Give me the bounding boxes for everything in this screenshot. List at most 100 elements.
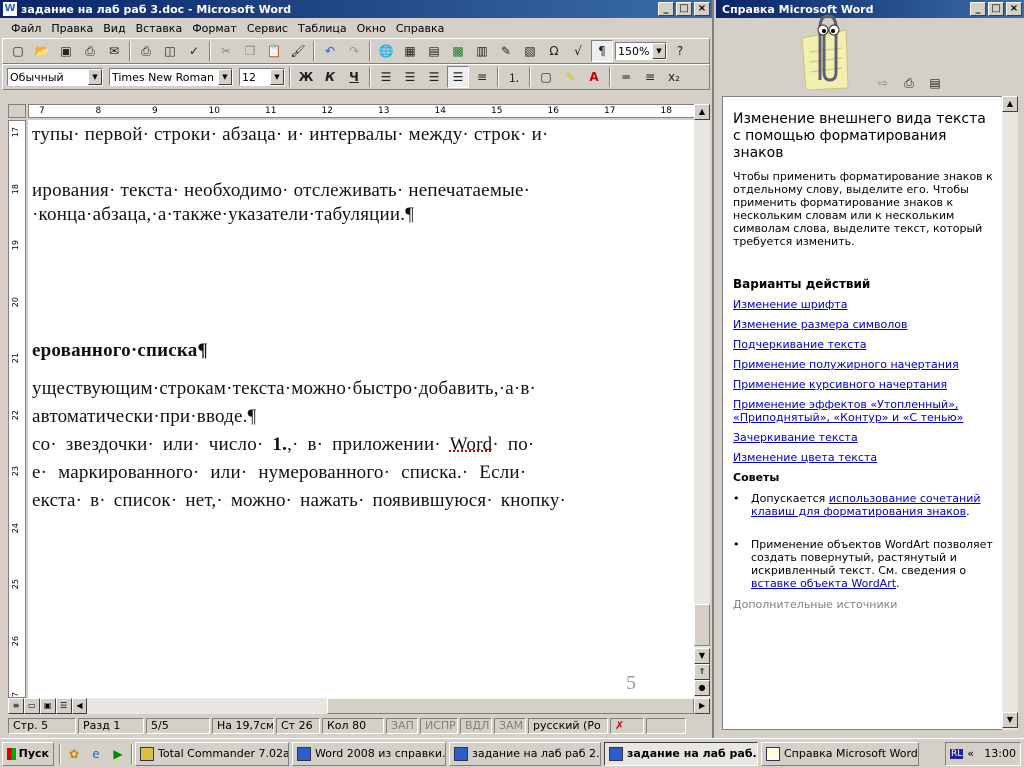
- font-size-select[interactable]: 12 ▼: [239, 68, 285, 86]
- status-extend[interactable]: ВДЛ: [460, 718, 492, 734]
- scroll-up-icon[interactable]: ▲: [1002, 96, 1018, 112]
- new-document-icon[interactable]: ▢: [7, 40, 29, 62]
- document-area[interactable]: тупы· первой· строки· абзаца· и· интерва…: [28, 120, 694, 698]
- spelling-icon[interactable]: ✓: [183, 40, 205, 62]
- internet-explorer-icon[interactable]: e: [85, 743, 107, 765]
- show-hide-icon[interactable]: ¶: [591, 40, 613, 62]
- menu-item[interactable]: Справка: [391, 22, 449, 35]
- align-left-icon[interactable]: ☰: [375, 66, 397, 88]
- numbering-icon[interactable]: ⒈: [503, 66, 525, 88]
- help-link[interactable]: Применение курсивного начертания: [733, 378, 993, 391]
- align-center-icon[interactable]: ☰: [399, 66, 421, 88]
- print-preview-icon[interactable]: ◫: [159, 40, 181, 62]
- horizontal-ruler[interactable]: 7 8 9 10 11 12 13 14 15 16 17 18: [28, 104, 700, 118]
- underline-button[interactable]: Ч: [343, 66, 365, 88]
- web-view-icon[interactable]: ▭: [23, 698, 40, 714]
- redo-icon[interactable]: ↷: [343, 40, 365, 62]
- double-strike-icon[interactable]: ≡: [639, 66, 661, 88]
- media-player-icon[interactable]: ▶: [107, 743, 129, 765]
- vertical-scrollbar[interactable]: ▲ ▼ ⇑ ●: [694, 104, 710, 698]
- help-icon[interactable]: ?: [669, 40, 691, 62]
- scroll-down-icon[interactable]: ▼: [1002, 712, 1018, 728]
- scroll-right-icon[interactable]: ▶: [694, 698, 710, 714]
- print-view-icon[interactable]: ▣: [39, 698, 56, 714]
- start-button[interactable]: Пуск: [2, 741, 54, 766]
- highlight-icon[interactable]: ✎: [559, 66, 581, 88]
- align-right-icon[interactable]: ☰: [423, 66, 445, 88]
- minimize-button[interactable]: _: [658, 2, 674, 16]
- word-title-bar[interactable]: W задание на лаб раб 3.doc - Microsoft W…: [0, 0, 712, 18]
- tray-expand-icon[interactable]: «: [967, 747, 974, 760]
- help-link[interactable]: Изменение шрифта: [733, 298, 993, 311]
- print-icon[interactable]: ⎙: [898, 72, 920, 94]
- menu-item[interactable]: Сервис: [242, 22, 293, 35]
- help-link[interactable]: Зачеркивание текста: [733, 431, 993, 444]
- help-link[interactable]: Применение эффектов «Утопленный», «Припо…: [733, 398, 993, 424]
- menu-item[interactable]: Окно: [352, 22, 391, 35]
- drawing-icon[interactable]: ✎: [495, 40, 517, 62]
- help-link[interactable]: Применение полужирного начертания: [733, 358, 993, 371]
- help-title-bar[interactable]: Справка Microsoft Word _ □ ×: [716, 0, 1024, 18]
- forward-icon[interactable]: ⇨: [872, 72, 894, 94]
- scroll-thumb[interactable]: [694, 604, 710, 646]
- italic-button[interactable]: К: [319, 66, 341, 88]
- options-icon[interactable]: ▤: [924, 72, 946, 94]
- task-lab2[interactable]: задание на лаб раб 2....: [449, 741, 601, 766]
- tip-link[interactable]: вставке объекта WordArt: [751, 577, 896, 590]
- menu-item[interactable]: Таблица: [293, 22, 352, 35]
- help-link[interactable]: Изменение размера символов: [733, 318, 993, 331]
- help-close-button[interactable]: ×: [1006, 2, 1022, 16]
- font-color-icon[interactable]: A: [583, 66, 605, 88]
- scroll-left-icon[interactable]: ◀: [71, 698, 88, 714]
- status-language[interactable]: русский (Ро: [528, 718, 608, 734]
- subscript-icon[interactable]: x₂: [663, 66, 685, 88]
- document-map-icon[interactable]: ▧: [519, 40, 541, 62]
- prev-page-icon[interactable]: ⇑: [694, 664, 710, 680]
- style-select[interactable]: Обычный ▼: [7, 68, 103, 86]
- justify-icon[interactable]: ☰: [447, 66, 469, 88]
- spelling-status-icon[interactable]: ✗: [610, 718, 644, 734]
- status-track[interactable]: ИСПР: [420, 718, 458, 734]
- columns-icon[interactable]: ▥: [471, 40, 493, 62]
- symbol-icon[interactable]: Ω: [543, 40, 565, 62]
- cut-icon[interactable]: ✂: [215, 40, 237, 62]
- quicklaunch-icon[interactable]: ✿: [63, 743, 85, 765]
- status-overtype[interactable]: ЗАМ: [494, 718, 526, 734]
- strikethrough-icon[interactable]: ═: [615, 66, 637, 88]
- task-help[interactable]: Справка Microsoft Word: [761, 741, 919, 766]
- borders-icon[interactable]: ▢: [535, 66, 557, 88]
- equation-icon[interactable]: √: [567, 40, 589, 62]
- menu-item[interactable]: Формат: [187, 22, 242, 35]
- help-link[interactable]: Подчеркивание текста: [733, 338, 993, 351]
- normal-view-icon[interactable]: ≡: [8, 698, 24, 714]
- print-icon[interactable]: ⎙: [135, 40, 157, 62]
- email-icon[interactable]: ✉: [103, 40, 125, 62]
- hyperlink-icon[interactable]: 🌐: [375, 40, 397, 62]
- close-button[interactable]: ×: [694, 2, 710, 16]
- zoom-select[interactable]: 150% ▼: [615, 42, 667, 60]
- scroll-down-icon[interactable]: ▼: [694, 648, 710, 664]
- office-assistant-icon[interactable]: [796, 8, 852, 91]
- menu-item[interactable]: Вставка: [131, 22, 188, 35]
- undo-icon[interactable]: ↶: [319, 40, 341, 62]
- help-minimize-button[interactable]: _: [970, 2, 986, 16]
- menu-item[interactable]: Вид: [98, 22, 130, 35]
- insert-excel-icon[interactable]: ▩: [447, 40, 469, 62]
- open-folder-icon[interactable]: 📂: [31, 40, 53, 62]
- line-spacing-icon[interactable]: ≡: [471, 66, 493, 88]
- horizontal-scrollbar[interactable]: ≡ ▭ ▣ ☰ ◀ ▶: [8, 698, 710, 714]
- vertical-ruler[interactable]: 1718192021222324252627: [8, 120, 26, 702]
- task-total-commander[interactable]: Total Commander 7.02a...: [135, 741, 289, 766]
- help-scrollbar[interactable]: ▲ ▼: [1002, 96, 1018, 730]
- menu-item[interactable]: Правка: [46, 22, 98, 35]
- scroll-up-icon[interactable]: ▲: [694, 104, 710, 120]
- language-indicator[interactable]: RL: [950, 748, 964, 759]
- help-restore-button[interactable]: □: [988, 2, 1004, 16]
- outline-view-icon[interactable]: ☰: [55, 698, 72, 714]
- font-select[interactable]: Times New Roman ▼: [109, 68, 233, 86]
- help-link[interactable]: Изменение цвета текста: [733, 451, 993, 464]
- task-lab3[interactable]: задание на лаб раб...: [604, 741, 758, 766]
- format-painter-icon[interactable]: 🖌: [287, 40, 309, 62]
- more-resources[interactable]: Дополнительные источники: [733, 598, 993, 611]
- bold-button[interactable]: Ж: [295, 66, 317, 88]
